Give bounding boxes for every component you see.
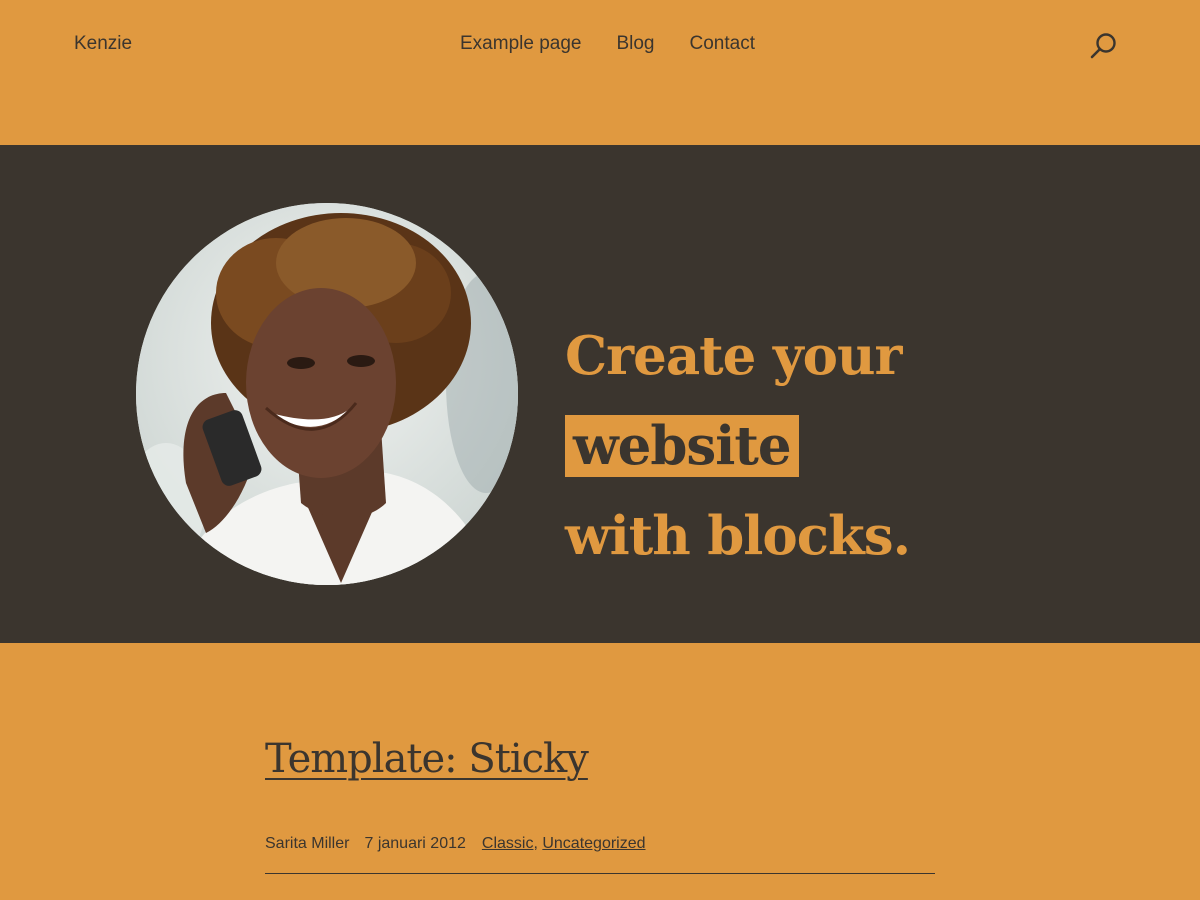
nav-item-contact[interactable]: Contact — [690, 33, 755, 55]
primary-nav: Example page Blog Contact — [460, 33, 755, 55]
hero-headline: Create your website with blocks. — [565, 311, 1125, 581]
search-icon[interactable] — [1089, 31, 1119, 61]
nav-item-blog[interactable]: Blog — [616, 33, 654, 55]
headline-text-start: Create your — [565, 325, 902, 387]
site-title[interactable]: Kenzie — [74, 33, 132, 55]
headline-highlight: website — [565, 415, 799, 477]
post-meta: Sarita Miller 7 januari 2012 Classic, Un… — [265, 835, 646, 853]
post-divider — [265, 873, 935, 874]
category-link-uncategorized[interactable]: Uncategorized — [542, 835, 645, 853]
category-separator: , — [533, 835, 543, 852]
hero-portrait-image — [136, 203, 518, 585]
post-title-link[interactable]: Template: Sticky — [265, 736, 589, 782]
nav-item-example-page[interactable]: Example page — [460, 33, 581, 55]
hero-section: Create your website with blocks. — [0, 145, 1200, 643]
post-author: Sarita Miller — [265, 835, 350, 852]
category-link-classic[interactable]: Classic — [482, 835, 534, 853]
headline-text-end: with blocks. — [565, 505, 911, 567]
site-header: Kenzie Example page Blog Contact — [0, 0, 1200, 145]
post-date: 7 januari 2012 — [364, 835, 466, 852]
